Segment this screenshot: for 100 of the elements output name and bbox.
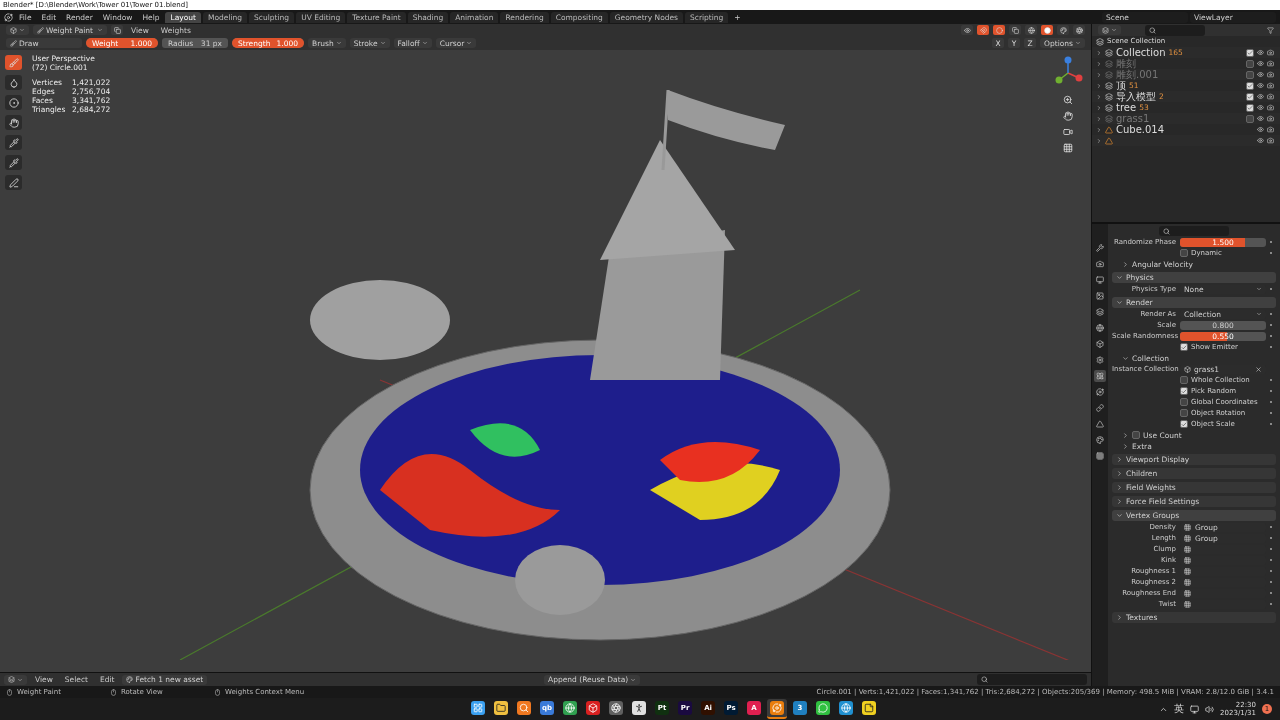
tool-button[interactable] xyxy=(5,155,22,170)
eyedropper-icon xyxy=(8,137,19,148)
outliner-item[interactable]: Cube.014 xyxy=(1116,124,1165,135)
eye-icon[interactable] xyxy=(1257,60,1264,67)
palette-icon xyxy=(1059,26,1067,34)
input-method[interactable]: 英 xyxy=(1174,702,1185,716)
eye-icon[interactable] xyxy=(1257,115,1264,122)
eye-icon[interactable] xyxy=(1257,126,1264,133)
tool-button[interactable] xyxy=(5,95,22,110)
collection-icon xyxy=(1105,114,1113,123)
globe-icon xyxy=(1027,26,1035,34)
wireframe-toggle[interactable] xyxy=(1025,25,1037,35)
checkbox[interactable] xyxy=(1246,114,1254,123)
camera-icon[interactable] xyxy=(1267,49,1274,56)
aperture-icon xyxy=(1075,26,1083,34)
link-icon[interactable] xyxy=(1094,402,1106,414)
outliner-item[interactable]: tree xyxy=(1116,102,1137,113)
camera-icon[interactable] xyxy=(1062,126,1074,138)
tool-button[interactable] xyxy=(5,75,22,90)
collection-icon xyxy=(1105,81,1113,90)
box-icon[interactable] xyxy=(1094,338,1106,350)
search-field[interactable] xyxy=(977,674,1087,685)
editor-type-dropdown[interactable] xyxy=(6,25,29,35)
search-icon xyxy=(1149,26,1156,34)
caret-icon xyxy=(379,40,386,46)
eyedropper-icon xyxy=(8,157,19,168)
palette-icon[interactable] xyxy=(1094,434,1106,446)
camera-icon[interactable] xyxy=(1094,258,1106,270)
circle-icon xyxy=(995,26,1003,34)
checkbox[interactable] xyxy=(1246,48,1254,57)
monitor-icon[interactable] xyxy=(1094,274,1106,286)
magnet-icon xyxy=(979,26,987,34)
droplet-icon xyxy=(8,77,19,88)
settings-icon[interactable] xyxy=(1094,354,1106,366)
grid-icon xyxy=(1184,556,1191,564)
tool-button[interactable] xyxy=(5,55,22,70)
mask-toggle[interactable] xyxy=(111,25,123,35)
camera-icon[interactable] xyxy=(1267,115,1274,122)
brush-icon xyxy=(8,57,19,68)
zoom-icon[interactable] xyxy=(1062,94,1074,106)
caret-icon xyxy=(19,27,25,33)
caret-icon xyxy=(421,40,428,46)
camera-icon[interactable] xyxy=(1267,82,1274,89)
grid-icon xyxy=(1184,589,1191,597)
layers-icon[interactable] xyxy=(1094,306,1106,318)
monitor-icon[interactable] xyxy=(1190,704,1200,714)
atom-icon[interactable] xyxy=(1094,370,1106,382)
camera-icon[interactable] xyxy=(1267,126,1274,133)
checkbox[interactable] xyxy=(1246,92,1254,101)
image-icon[interactable] xyxy=(1094,290,1106,302)
tool-button[interactable] xyxy=(5,175,22,190)
camera-icon[interactable] xyxy=(1267,137,1274,144)
display-mode-dropdown[interactable] xyxy=(1098,25,1121,35)
xray-toggle[interactable] xyxy=(1009,25,1021,35)
tool-button[interactable] xyxy=(5,135,22,150)
wrench-icon[interactable] xyxy=(1094,242,1106,254)
eye-icon[interactable] xyxy=(1257,82,1264,89)
triangle-icon[interactable] xyxy=(1094,418,1106,430)
camera-icon[interactable] xyxy=(1267,93,1274,100)
speaker-icon[interactable] xyxy=(1205,704,1215,714)
outliner-item[interactable]: Collection xyxy=(1116,47,1166,58)
checkbox[interactable] xyxy=(1246,103,1254,112)
box-icon xyxy=(1184,365,1191,373)
filter-icon[interactable] xyxy=(1267,26,1274,34)
outliner-item[interactable]: 导入模型 xyxy=(1116,91,1156,102)
close-icon xyxy=(1255,365,1262,373)
hand-icon xyxy=(8,117,19,128)
render-toggle[interactable] xyxy=(1073,25,1085,35)
search-field[interactable] xyxy=(1145,24,1205,36)
globe-icon[interactable] xyxy=(1094,322,1106,334)
checkbox[interactable] xyxy=(1132,431,1140,439)
grid-icon[interactable] xyxy=(1094,450,1106,462)
orbit-icon[interactable] xyxy=(1094,386,1106,398)
visibility-toggle[interactable] xyxy=(961,25,973,35)
checkbox[interactable] xyxy=(1246,70,1254,79)
overlay-toggle[interactable] xyxy=(993,25,1005,35)
camera-icon[interactable] xyxy=(1267,71,1274,78)
eye-icon[interactable] xyxy=(1257,137,1264,144)
mouse-icon xyxy=(6,688,13,696)
eye-icon[interactable] xyxy=(1257,93,1264,100)
caret-icon xyxy=(17,676,23,683)
outliner-item[interactable]: 顶 xyxy=(1116,80,1126,91)
eye-icon[interactable] xyxy=(1257,71,1264,78)
material-toggle[interactable] xyxy=(1057,25,1069,35)
eye-icon[interactable] xyxy=(1257,104,1264,111)
gizmo-toggle[interactable] xyxy=(977,25,989,35)
checkbox[interactable] xyxy=(1246,59,1254,68)
camera-icon[interactable] xyxy=(1267,60,1274,67)
grid-icon[interactable] xyxy=(1062,142,1074,154)
solid-toggle[interactable] xyxy=(1041,25,1053,35)
eye-icon[interactable] xyxy=(1257,49,1264,56)
collection-icon xyxy=(1105,92,1113,101)
hand-icon[interactable] xyxy=(1062,110,1074,122)
camera-icon[interactable] xyxy=(1267,104,1274,111)
caret-icon xyxy=(466,40,473,46)
checkbox[interactable] xyxy=(1246,81,1254,90)
tool-button[interactable] xyxy=(5,115,22,130)
editor-type-dropdown[interactable] xyxy=(4,674,27,685)
layers-icon xyxy=(1102,26,1109,34)
search-field[interactable] xyxy=(1159,226,1229,236)
